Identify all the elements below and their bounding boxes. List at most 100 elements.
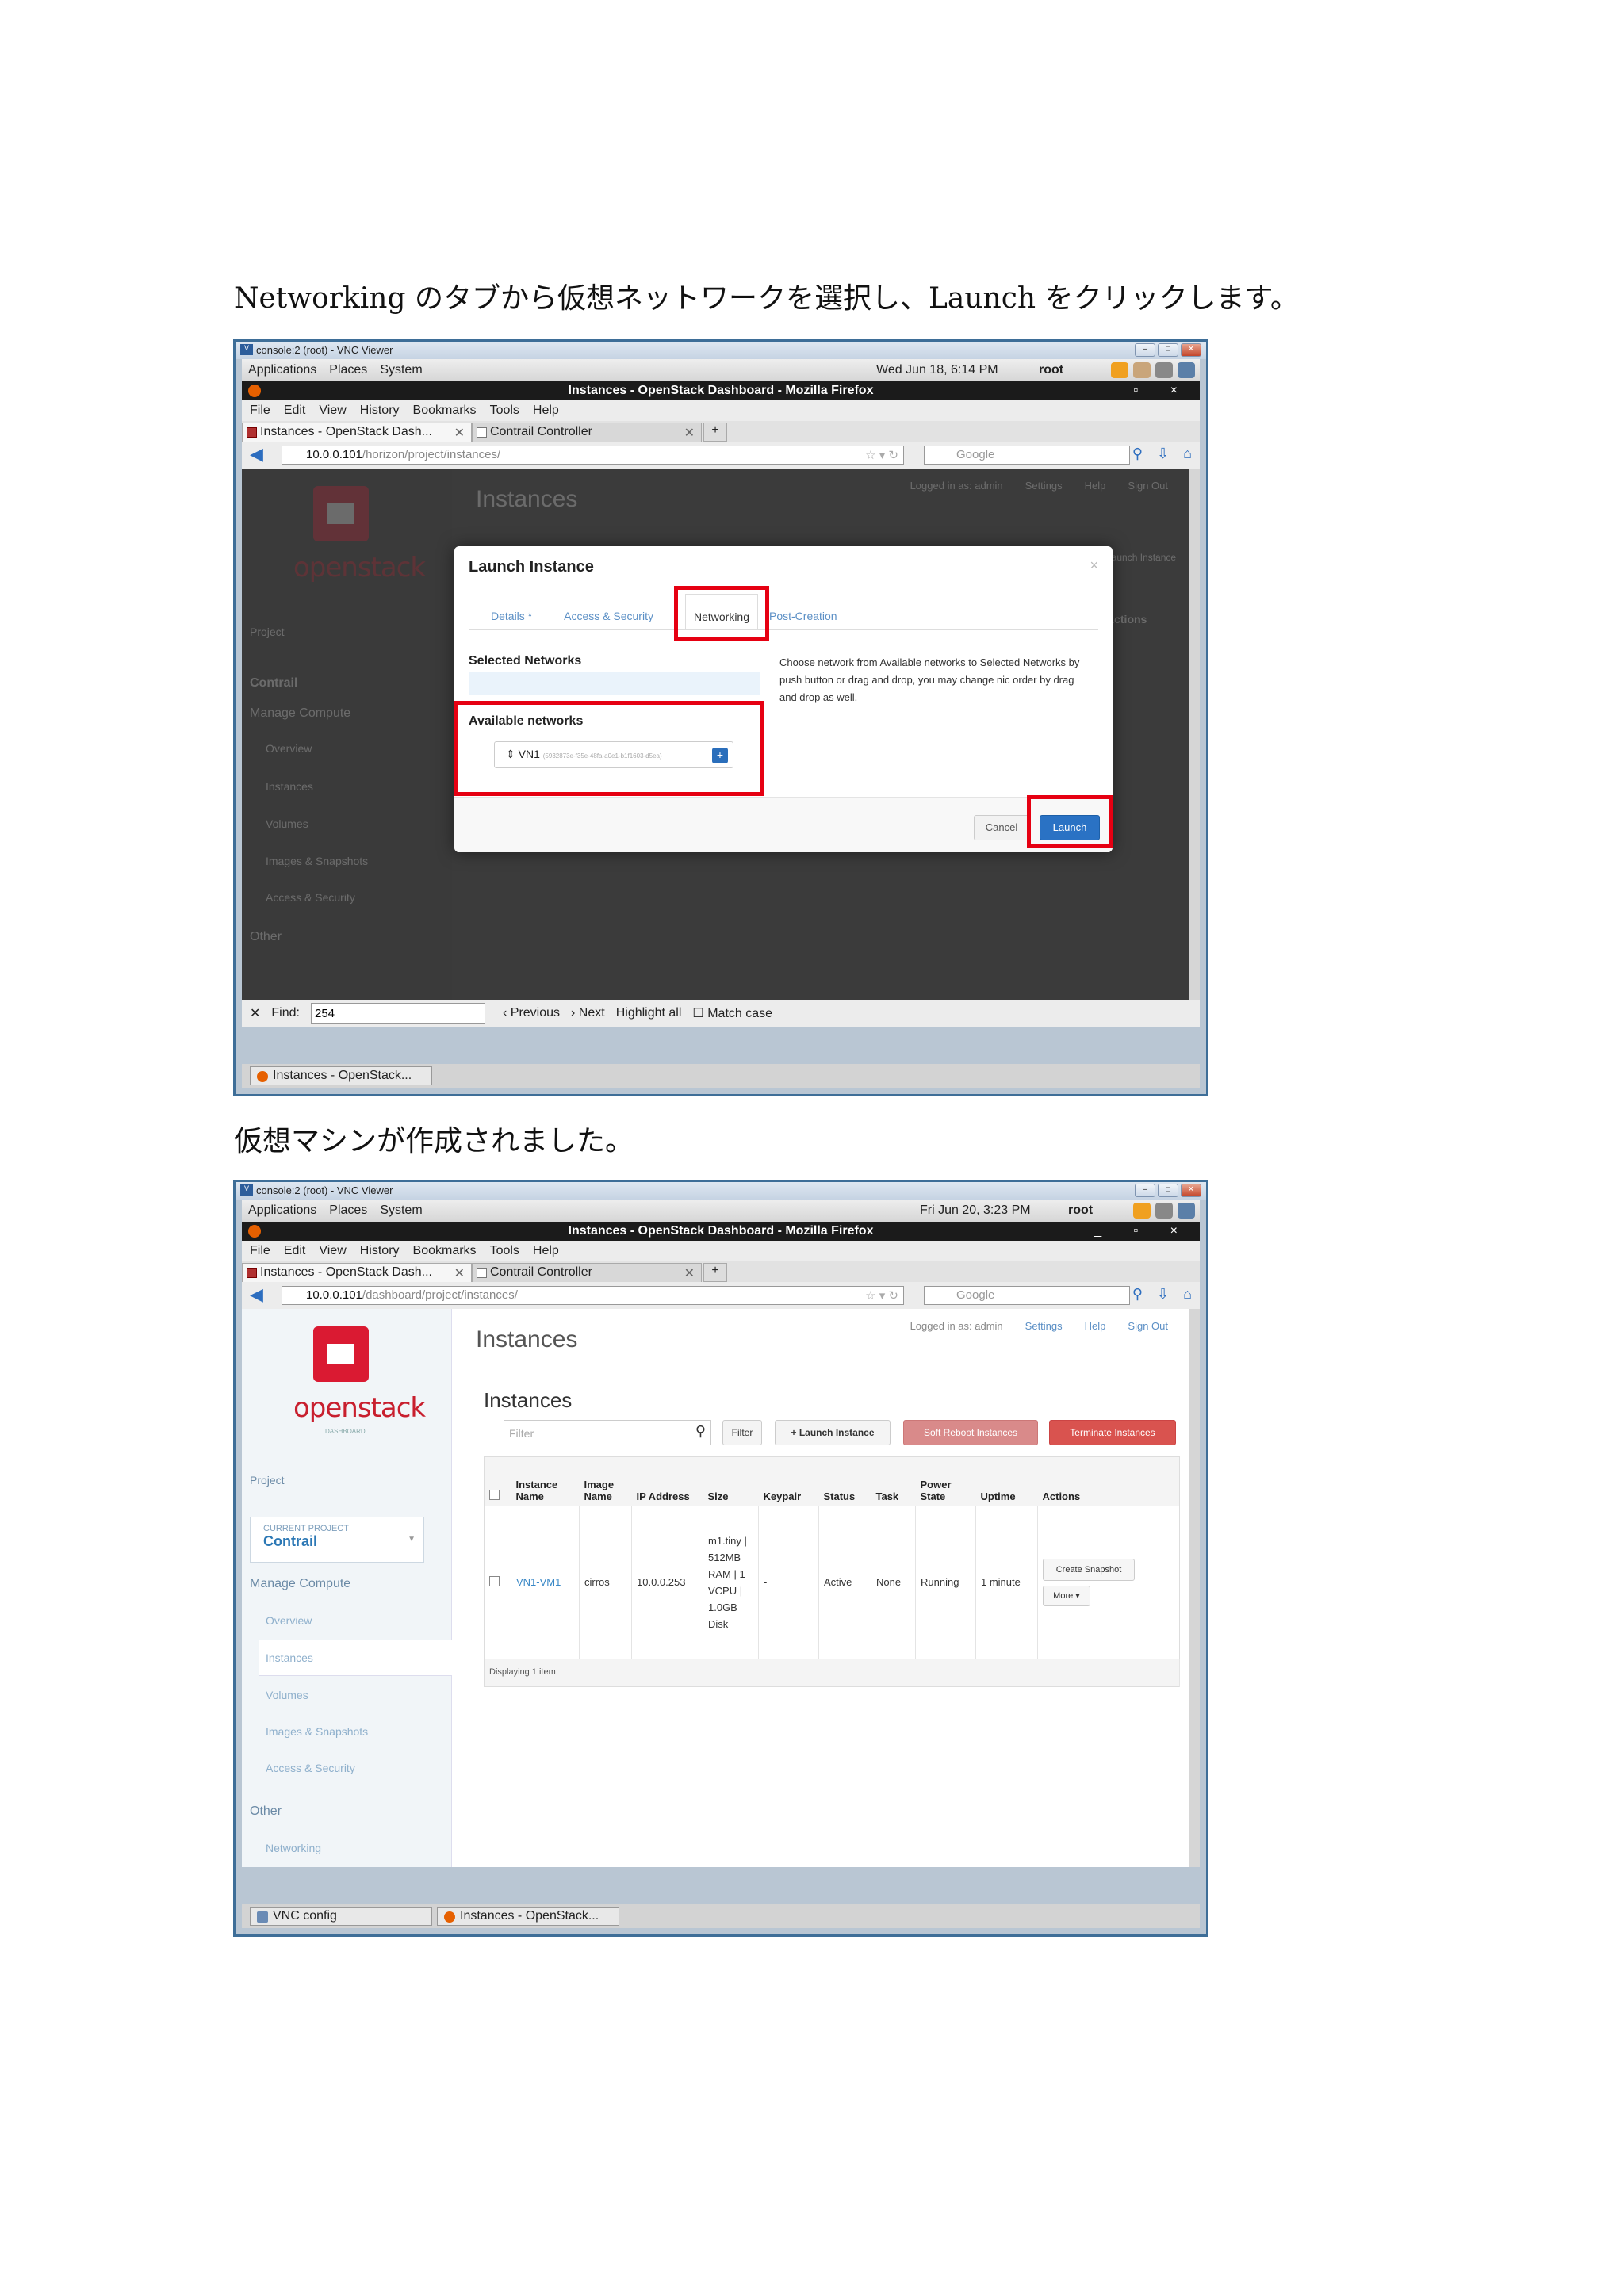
update-icon[interactable] (1133, 1203, 1151, 1219)
taskbar-firefox[interactable]: Instances - OpenStack... (437, 1907, 619, 1926)
sidebar-item-access[interactable]: Access & Security (266, 891, 355, 904)
col-keypair[interactable]: Keypair (758, 1456, 819, 1506)
volume-icon[interactable] (1155, 1203, 1173, 1219)
tab-contrail[interactable]: Contrail Controller ✕ (472, 423, 702, 442)
network-icon[interactable] (1133, 362, 1151, 378)
find-close-icon[interactable]: ✕ (250, 1005, 260, 1021)
settings-link[interactable]: Settings (1025, 1320, 1063, 1332)
filter-input[interactable]: Filter ⚲ (504, 1420, 711, 1445)
update-icon[interactable] (1111, 362, 1128, 378)
scrollbar[interactable] (1189, 1309, 1200, 1867)
bookmark-star-icon[interactable]: ☆ ▾ ↻ (865, 1288, 898, 1303)
selected-networks-dropzone[interactable] (469, 672, 760, 695)
tab-access-security[interactable]: Access & Security (545, 594, 666, 629)
tab-close-icon[interactable]: ✕ (454, 1265, 465, 1281)
panel-user[interactable]: root (1068, 1203, 1093, 1218)
terminate-button[interactable]: Terminate Instances (1049, 1420, 1176, 1445)
binoculars-icon[interactable]: ⚲ (1132, 446, 1143, 462)
home-icon[interactable]: ⌂ (1183, 446, 1192, 462)
sidebar-project-tab[interactable]: Project (250, 1474, 285, 1487)
back-arrow-icon[interactable]: ◀ (250, 1286, 267, 1304)
close-icon[interactable]: ✕ (1181, 343, 1201, 357)
taskbar-firefox[interactable]: Instances - OpenStack... (250, 1066, 432, 1085)
new-tab-icon[interactable]: + (703, 423, 727, 442)
row-checkbox[interactable] (489, 1575, 500, 1586)
binoculars-icon[interactable]: ⚲ (1132, 1286, 1143, 1303)
back-arrow-icon[interactable]: ◀ (250, 446, 267, 464)
col-power-state[interactable]: Power State (915, 1456, 976, 1506)
maximize-icon[interactable]: □ (1158, 1184, 1178, 1197)
help-link[interactable]: Help (1085, 1320, 1106, 1332)
home-icon[interactable]: ⌂ (1183, 1286, 1192, 1303)
download-icon[interactable]: ⇩ (1157, 1286, 1169, 1303)
menu-view[interactable]: View (319, 1244, 346, 1258)
panel-clock[interactable]: Wed Jun 18, 6:14 PM (876, 363, 998, 377)
window-controls[interactable]: _ ▫ × (1094, 381, 1192, 400)
sidebar-item-overview[interactable]: Overview (266, 1614, 312, 1627)
menu-places[interactable]: Places (329, 1203, 367, 1218)
tab-details[interactable]: Details * (469, 594, 545, 629)
sidebar-item-volumes[interactable]: Volumes (266, 817, 308, 830)
sidebar-item-instances[interactable]: Instances (266, 780, 313, 793)
highlight-all-button[interactable]: Highlight all (616, 1006, 682, 1020)
tab-instances[interactable]: Instances - OpenStack Dash... ✕ (242, 1263, 472, 1282)
tab-close-icon[interactable]: ✕ (684, 1265, 695, 1281)
sign-out-link[interactable]: Sign Out (1128, 1320, 1168, 1332)
menu-applications[interactable]: Applications (248, 1203, 316, 1218)
tab-close-icon[interactable]: ✕ (454, 425, 465, 441)
display-icon[interactable] (1178, 1203, 1195, 1219)
sidebar-item-instances[interactable]: Instances (266, 1651, 313, 1664)
find-input[interactable] (310, 1003, 485, 1024)
minimize-icon[interactable]: – (1135, 1184, 1155, 1197)
search-box[interactable]: Google (924, 446, 1130, 465)
scrollbar[interactable] (1189, 469, 1200, 1000)
bookmark-star-icon[interactable]: ☆ ▾ ↻ (865, 448, 898, 462)
menu-history[interactable]: History (360, 404, 400, 418)
minimize-icon[interactable]: – (1135, 343, 1155, 357)
search-box[interactable]: Google (924, 1286, 1130, 1305)
maximize-icon[interactable]: □ (1158, 343, 1178, 357)
menu-tools[interactable]: Tools (490, 1244, 519, 1258)
modal-close-icon[interactable]: × (1090, 557, 1098, 574)
col-image-name[interactable]: Image Name (579, 1456, 632, 1506)
menu-system[interactable]: System (380, 1203, 422, 1218)
menu-edit[interactable]: Edit (284, 404, 306, 418)
menu-help[interactable]: Help (533, 1244, 559, 1258)
tab-instances[interactable]: Instances - OpenStack Dash... ✕ (242, 423, 472, 442)
menu-edit[interactable]: Edit (284, 1244, 306, 1258)
search-icon[interactable]: ⚲ (695, 1423, 706, 1440)
menu-file[interactable]: File (250, 1244, 270, 1258)
soft-reboot-button[interactable]: Soft Reboot Instances (903, 1420, 1038, 1445)
tab-contrail[interactable]: Contrail Controller ✕ (472, 1263, 702, 1282)
new-tab-icon[interactable]: + (703, 1263, 727, 1282)
menu-help[interactable]: Help (533, 404, 559, 418)
menu-bookmarks[interactable]: Bookmarks (413, 1244, 477, 1258)
col-task[interactable]: Task (871, 1456, 916, 1506)
match-case-checkbox[interactable]: ☐ Match case (692, 1005, 772, 1021)
panel-user[interactable]: root (1039, 363, 1063, 377)
url-bar[interactable]: 10.0.0.101/horizon/project/instances/ ☆ ▾… (282, 446, 904, 465)
select-all-checkbox[interactable] (489, 1490, 500, 1500)
menu-tools[interactable]: Tools (490, 404, 519, 418)
col-uptime[interactable]: Uptime (975, 1456, 1038, 1506)
sidebar-item-volumes[interactable]: Volumes (266, 1689, 308, 1701)
filter-button[interactable]: Filter (722, 1420, 762, 1445)
instance-name-link[interactable]: VN1-VM1 (511, 1506, 580, 1659)
settings-link[interactable]: Settings (1025, 480, 1063, 492)
col-status[interactable]: Status (818, 1456, 871, 1506)
url-bar[interactable]: 10.0.0.101/dashboard/project/instances/ ☆… (282, 1286, 904, 1305)
sidebar-item-networking[interactable]: Networking (266, 1842, 321, 1854)
volume-icon[interactable] (1155, 362, 1173, 378)
sidebar-item-images[interactable]: Images & Snapshots (266, 1725, 368, 1738)
panel-clock[interactable]: Fri Jun 20, 3:23 PM (920, 1203, 1031, 1218)
create-snapshot-button[interactable]: Create Snapshot (1043, 1558, 1135, 1581)
find-next-button[interactable]: › Next (571, 1006, 605, 1020)
menu-places[interactable]: Places (329, 363, 367, 377)
find-previous-button[interactable]: ‹ Previous (503, 1006, 560, 1020)
display-icon[interactable] (1178, 362, 1195, 378)
taskbar-vnc-config[interactable]: VNC config (250, 1907, 432, 1926)
menu-applications[interactable]: Applications (248, 363, 316, 377)
col-instance-name[interactable]: Instance Name (511, 1456, 580, 1506)
tab-post-creation[interactable]: Post-Creation (758, 594, 850, 629)
sidebar-item-access[interactable]: Access & Security (266, 1762, 355, 1774)
